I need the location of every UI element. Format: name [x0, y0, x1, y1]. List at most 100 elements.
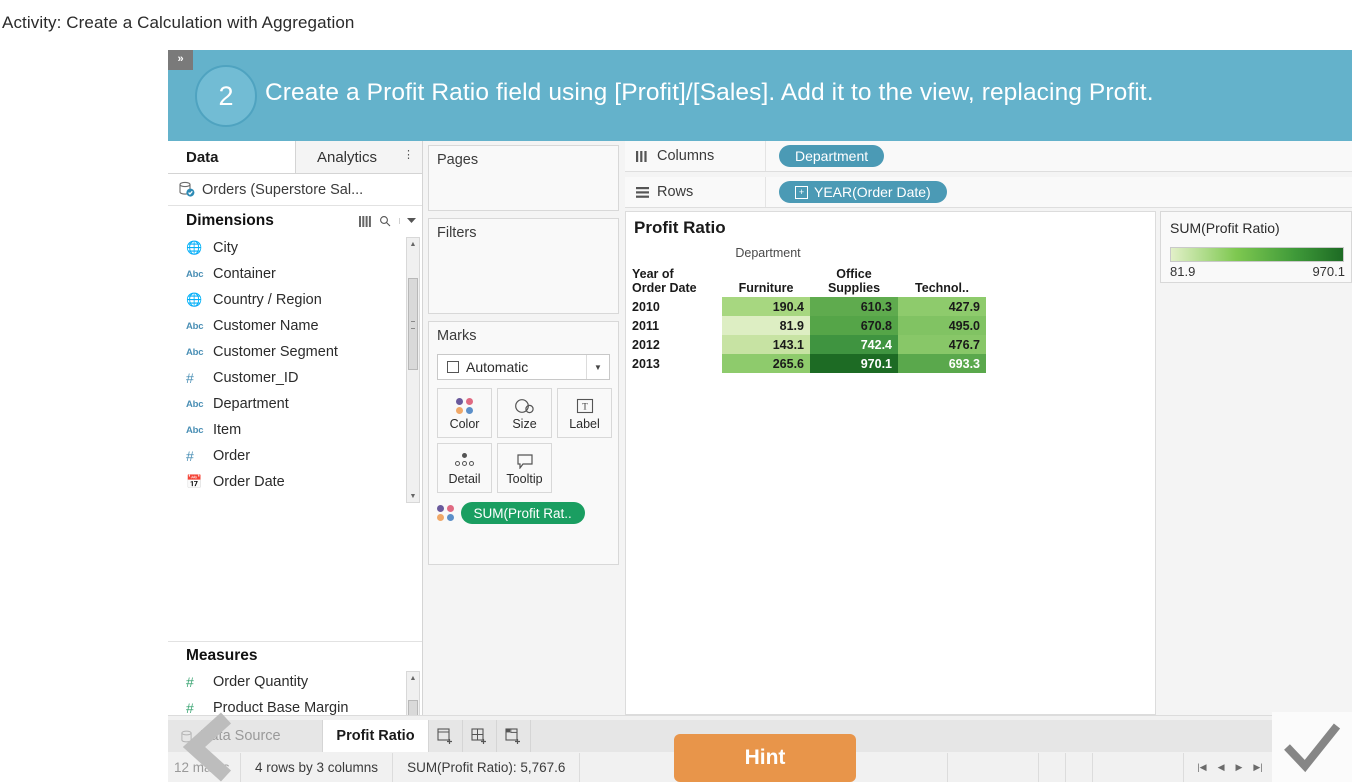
dimensions-header: Dimensions — [168, 207, 422, 235]
dimension-field-city[interactable]: 🌐 City — [168, 235, 422, 261]
crosstab-row: 2012 143.1 742.4 476.7 — [632, 335, 986, 354]
pages-card[interactable]: Pages — [428, 145, 619, 211]
tab-data-source[interactable]: Data Source — [168, 720, 323, 752]
label-button[interactable]: T Label — [557, 388, 612, 438]
scroll-up-icon[interactable]: ▲ — [407, 672, 419, 684]
field-label: Item — [213, 422, 242, 438]
crosstab-cell[interactable]: 610.3 — [810, 297, 898, 316]
field-label: Customer Segment — [213, 344, 338, 360]
dimension-field-container[interactable]: Abc Container — [168, 261, 422, 287]
dimension-field-order[interactable]: # Order — [168, 443, 422, 469]
sum-status: SUM(Profit Ratio): 5,767.6 — [392, 753, 579, 782]
field-label: City — [213, 240, 238, 256]
field-label: Order Date — [213, 474, 285, 490]
column-header: Office Supplies — [827, 267, 881, 295]
dimension-field-department[interactable]: Abc Department — [168, 391, 422, 417]
crosstab-cell[interactable]: 742.4 — [810, 335, 898, 354]
nav-prev-button[interactable]: ◀ — [1218, 762, 1225, 773]
measure-field-order-quantity[interactable]: # Order Quantity — [168, 669, 422, 695]
crosstab-cell[interactable]: 495.0 — [898, 316, 986, 335]
crosstab-cell[interactable]: 143.1 — [722, 335, 810, 354]
rows-label: Rows — [657, 184, 694, 200]
size-circles-icon — [514, 395, 536, 417]
filters-label: Filters — [437, 225, 477, 241]
crosstab-cell[interactable]: 476.7 — [898, 335, 986, 354]
marks-color-pill[interactable]: SUM(Profit Rat.. — [460, 502, 585, 524]
legend-color-ramp[interactable] — [1170, 247, 1344, 262]
pane-menu-icon[interactable]: ⋮ — [403, 150, 414, 161]
dimension-field-order-date[interactable]: 📅 Order Date — [168, 469, 422, 495]
rows-icon — [636, 186, 649, 198]
mark-type-select[interactable]: Automatic ▼ — [437, 354, 610, 380]
datasource-item[interactable]: Orders (Superstore Sal... — [168, 174, 422, 206]
columns-shelf[interactable]: Columns Department — [625, 141, 1352, 172]
tab-data[interactable]: Data — [168, 141, 296, 173]
dimension-field-customer-id[interactable]: # Customer_ID — [168, 365, 422, 391]
nav-next-button[interactable]: ▶ — [1236, 762, 1243, 773]
crosstab-cell[interactable]: 265.6 — [722, 354, 810, 373]
crosstab-cell[interactable]: 970.1 — [810, 354, 898, 373]
tab-data-source-label: Data Source — [200, 728, 281, 744]
number-icon: # — [186, 700, 206, 716]
detail-button[interactable]: Detail — [437, 443, 492, 493]
expand-plus-icon[interactable]: + — [795, 185, 808, 199]
tab-profit-ratio[interactable]: Profit Ratio — [323, 720, 429, 752]
step-number-badge: 2 — [195, 65, 257, 127]
crosstab-cell[interactable]: 670.8 — [810, 316, 898, 335]
dimension-field-country-region[interactable]: 🌐 Country / Region — [168, 287, 422, 313]
search-icon[interactable] — [379, 215, 391, 227]
number-icon: # — [186, 674, 194, 690]
chevron-down-icon[interactable]: ▼ — [586, 355, 609, 379]
crosstab: Department Year of Order Date Furniture Of… — [632, 246, 986, 373]
globe-icon: 🌐 — [186, 240, 206, 256]
database-icon — [181, 730, 192, 742]
hint-button[interactable]: Hint — [674, 734, 856, 782]
new-worksheet-button[interactable] — [429, 720, 463, 752]
number-icon: # — [186, 448, 206, 464]
crosstab-cell[interactable]: 81.9 — [722, 316, 810, 335]
columns-pill-department[interactable]: Department — [779, 145, 885, 167]
abc-icon: Abc — [186, 425, 206, 436]
abc-icon: Abc — [186, 347, 206, 358]
abc-icon: Abc — [186, 320, 204, 332]
filters-card[interactable]: Filters — [428, 218, 619, 314]
color-button[interactable]: Color — [437, 388, 492, 438]
rows-pill-year-order-date[interactable]: + YEAR(Order Date) — [779, 181, 947, 203]
detail-dots-icon — [452, 450, 478, 472]
row-label: 2013 — [632, 356, 660, 371]
banner-collapse-button[interactable]: » — [168, 50, 193, 70]
scrollbar-thumb[interactable] — [408, 278, 418, 370]
crosstab-row: 2013 265.6 970.1 693.3 — [632, 354, 986, 373]
new-dashboard-button[interactable] — [463, 720, 497, 752]
scroll-up-icon[interactable]: ▲ — [407, 238, 419, 250]
instruction-text: Create a Profit Ratio field using [Profi… — [265, 79, 1154, 106]
scroll-down-icon[interactable]: ▼ — [407, 490, 419, 502]
crosstab-row: 2010 190.4 610.3 427.9 — [632, 297, 986, 316]
dimension-field-item[interactable]: Abc Item — [168, 417, 422, 443]
database-icon — [179, 181, 195, 197]
dimensions-scrollbar[interactable]: ▲ ▼ — [406, 237, 420, 503]
rows-shelf[interactable]: Rows + YEAR(Order Date) — [625, 177, 1352, 208]
nav-last-button[interactable]: ▶| — [1253, 762, 1262, 773]
nav-first-button[interactable]: |◀ — [1197, 762, 1206, 773]
new-story-button[interactable] — [497, 720, 531, 752]
crosstab-cell[interactable]: 693.3 — [898, 354, 986, 373]
tooltip-button[interactable]: Tooltip — [497, 443, 552, 493]
abc-icon: Abc — [186, 321, 206, 332]
dimension-field-customer-name[interactable]: Abc Customer Name — [168, 313, 422, 339]
crosstab-cell[interactable]: 427.9 — [898, 297, 986, 316]
dimension-field-customer-segment[interactable]: Abc Customer Segment — [168, 339, 422, 365]
crosstab-cell[interactable]: 190.4 — [722, 297, 810, 316]
field-label: Country / Region — [213, 292, 322, 308]
rows-shelf-label: Rows — [625, 177, 766, 207]
size-button[interactable]: Size — [497, 388, 552, 438]
rows-columns-status: 4 rows by 3 columns — [240, 753, 392, 782]
field-label: Container — [213, 266, 276, 282]
rows-pill-label: YEAR(Order Date) — [814, 184, 931, 200]
chevron-down-icon[interactable] — [399, 218, 416, 224]
legend-max-value: 970.1 — [1312, 264, 1345, 279]
tab-analytics[interactable]: Analytics — [297, 141, 397, 173]
group-by-folder-icon[interactable] — [359, 215, 371, 227]
view-canvas: Profit Ratio Department Year of Order Dat… — [625, 211, 1156, 715]
check-button[interactable] — [1272, 712, 1352, 782]
